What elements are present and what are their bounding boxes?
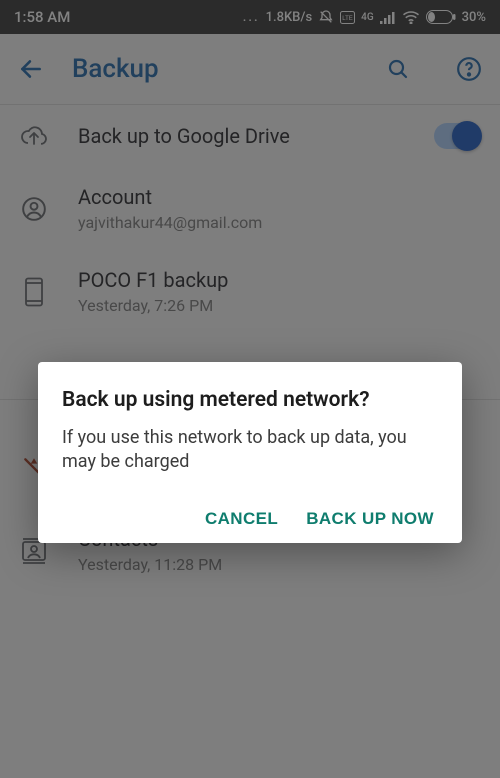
backup-now-button[interactable]: BACK UP NOW [306, 509, 434, 529]
metered-network-dialog: Back up using metered network? If you us… [38, 362, 462, 543]
cancel-button[interactable]: CANCEL [205, 509, 278, 529]
dialog-body: If you use this network to back up data,… [62, 426, 438, 475]
dialog-title: Back up using metered network? [62, 388, 438, 412]
